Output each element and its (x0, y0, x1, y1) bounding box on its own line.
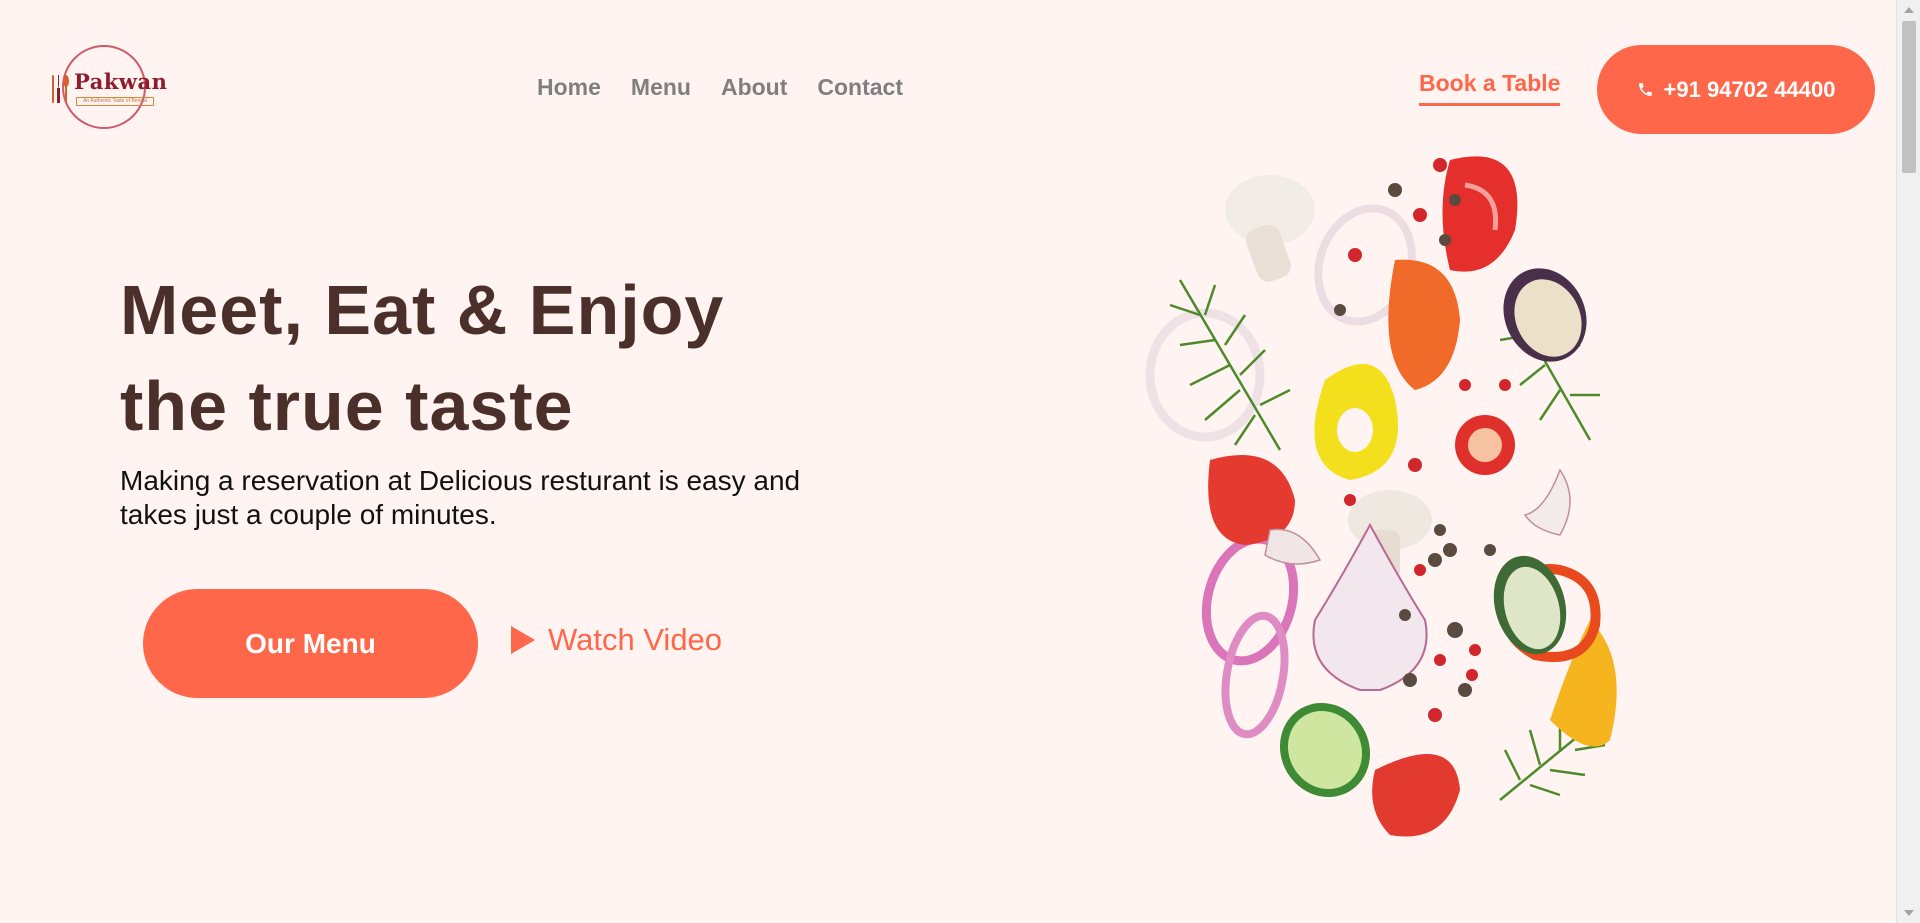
hero-title-line-1: Meet, Eat & Enjoy (120, 271, 725, 349)
phone-number: +91 94702 44400 (1663, 76, 1836, 102)
our-menu-button[interactable]: Our Menu (143, 589, 478, 698)
scroll-up-arrow-icon[interactable] (1904, 7, 1914, 13)
scroll-down-arrow-icon[interactable] (1904, 910, 1914, 916)
page-scrollbar[interactable] (1896, 0, 1920, 923)
hero-description: Making a reservation at Delicious restur… (120, 465, 801, 530)
logo-wordmark: Pakwan (74, 69, 168, 94)
hero-title-line-2: the true taste (120, 367, 574, 445)
nav-about-link[interactable]: About (721, 74, 787, 101)
nav-menu-link[interactable]: Menu (631, 74, 691, 101)
page-viewport: Pakwan An Authentic Taste of Bengal Home… (0, 0, 1896, 923)
phone-icon (1638, 83, 1652, 96)
flying-vegetables-illustration (1145, 156, 1617, 837)
site-logo[interactable]: Pakwan An Authentic Taste of Bengal (48, 45, 167, 131)
nav-home-link[interactable]: Home (537, 74, 601, 101)
book-table-link[interactable]: Book a Table (1419, 70, 1561, 106)
watch-video-link[interactable]: Watch Video (510, 622, 722, 658)
nav-contact-link[interactable]: Contact (817, 74, 903, 101)
scrollbar-thumb[interactable] (1902, 21, 1916, 173)
hero-title: Meet, Eat & Enjoy the true taste (120, 262, 724, 454)
logo-tagline: An Authentic Taste of Bengal (76, 97, 154, 106)
watch-video-label: Watch Video (548, 622, 723, 657)
phone-call-button[interactable]: +91 94702 44400 (1597, 45, 1875, 134)
play-icon (511, 626, 535, 654)
cutlery-icon (52, 75, 69, 103)
main-nav: Home Menu About Contact (537, 74, 903, 101)
